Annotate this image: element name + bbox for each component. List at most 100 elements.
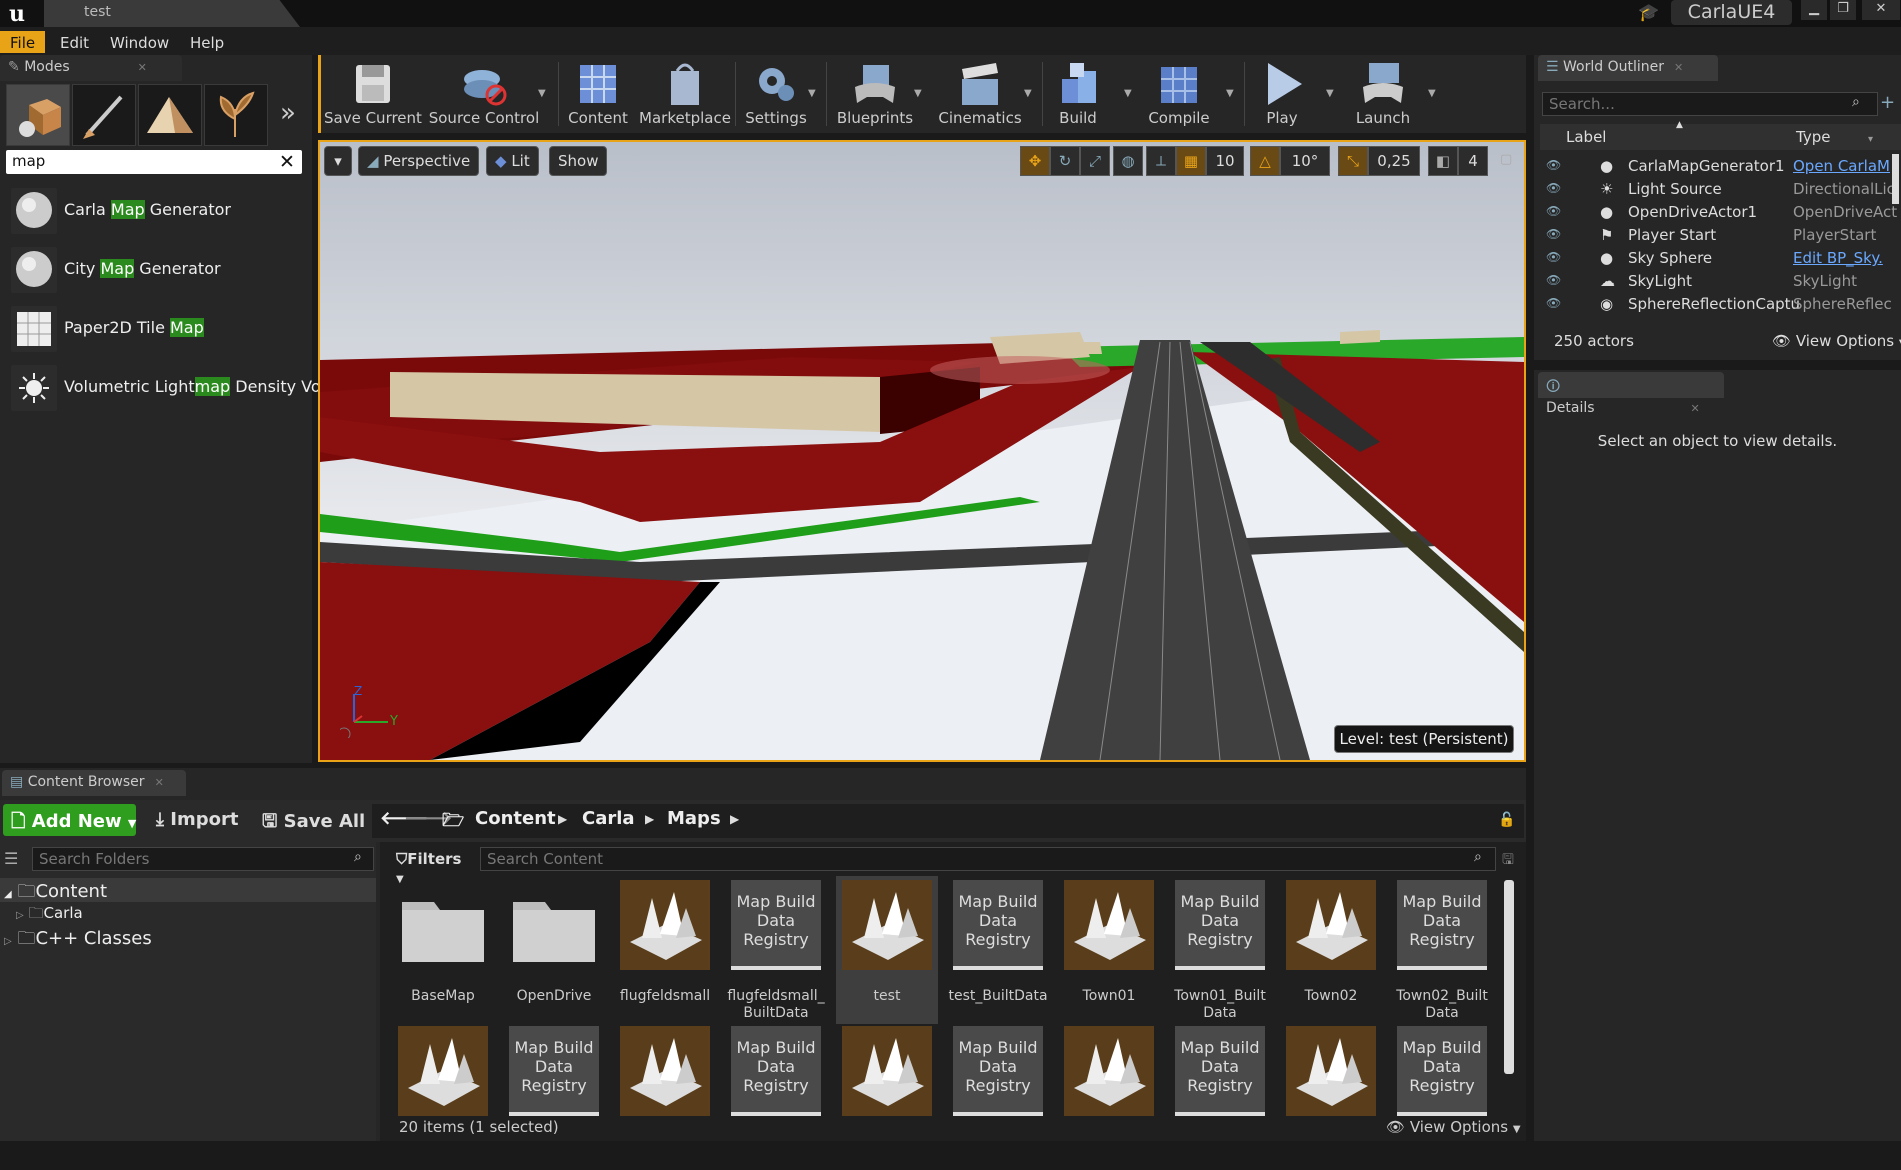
maximize-viewport-icon[interactable]: ▢: [1500, 152, 1512, 167]
visibility-eye-icon[interactable]: 👁: [1546, 227, 1561, 241]
outliner-row[interactable]: 👁 ● CarlaMapGenerator1 Open CarlaM: [1540, 155, 1901, 178]
view-options-button[interactable]: 👁 View Options ▼: [1386, 1118, 1521, 1136]
search-icon[interactable]: ⌕: [1852, 94, 1860, 110]
translate-tool-icon[interactable]: ✥: [1020, 146, 1050, 176]
save-search-icon[interactable]: 🖫: [1502, 849, 1514, 873]
foliage-mode-button[interactable]: [204, 84, 268, 146]
outliner-row[interactable]: 👁 ☀ Light Source DirectionalLic: [1540, 178, 1901, 201]
level-asset-tile[interactable]: flugfeldsmall: [614, 876, 716, 1024]
settings-button[interactable]: Settings: [740, 58, 812, 130]
actor-type[interactable]: Edit BP_Sky.: [1793, 249, 1899, 267]
mode-result-item[interactable]: Carla Map Generator: [6, 184, 306, 238]
column-dropdown-icon[interactable]: ▾: [1868, 134, 1873, 145]
menu-file[interactable]: File: [0, 31, 46, 53]
close-icon[interactable]: ✕: [155, 776, 164, 789]
outliner-search-input[interactable]: Search...: [1542, 92, 1878, 116]
map-build-data-tile[interactable]: Map Build Data Registry: [947, 1022, 1049, 1170]
search-icon[interactable]: ⌕: [354, 849, 362, 865]
map-build-data-tile[interactable]: Map Build Data Registry Town01_Built Data: [1169, 876, 1271, 1024]
surface-snap-icon[interactable]: ⟂: [1146, 146, 1176, 176]
visibility-eye-icon[interactable]: 👁: [1546, 158, 1561, 172]
rotation-snap-value[interactable]: 10°: [1280, 146, 1330, 176]
add-icon[interactable]: +: [1880, 92, 1895, 113]
menu-edit[interactable]: Edit: [50, 31, 99, 53]
launch-button[interactable]: Launch: [1348, 58, 1418, 130]
build-dropdown-icon[interactable]: ▼: [1124, 88, 1132, 99]
collapse-icon[interactable]: ▷: [16, 910, 24, 921]
paint-mode-button[interactable]: [72, 84, 136, 146]
level-asset-tile[interactable]: test: [836, 876, 938, 1024]
content-button[interactable]: Content: [563, 58, 633, 130]
tree-options-icon[interactable]: ☰: [4, 849, 18, 868]
visibility-eye-icon[interactable]: 👁: [1546, 273, 1561, 287]
map-build-data-tile[interactable]: Map Build Data Registry: [1391, 1022, 1493, 1170]
outliner-row[interactable]: 👁 ◉ SphereReflectionCaptur SphereReflec: [1540, 293, 1901, 316]
tree-item-cpp-classes[interactable]: ▷ 🗀C++ Classes: [4, 926, 152, 956]
tree-item-content[interactable]: ◢ 🗀Content: [0, 878, 376, 902]
breadcrumb-carla[interactable]: Carla: [582, 808, 635, 829]
expand-icon[interactable]: ◢: [4, 889, 12, 900]
visibility-eye-icon[interactable]: 👁: [1546, 181, 1561, 195]
breadcrumb-separator-icon[interactable]: ▶: [645, 812, 654, 826]
source-control-dropdown-icon[interactable]: ▼: [538, 88, 546, 99]
landscape-mode-button[interactable]: [138, 84, 202, 146]
sort-ascending-icon[interactable]: ▲: [1676, 120, 1683, 130]
visibility-eye-icon[interactable]: 👁: [1546, 296, 1561, 310]
world-local-icon[interactable]: ◍: [1113, 146, 1143, 176]
visibility-eye-icon[interactable]: 👁: [1546, 250, 1561, 264]
level-asset-tile[interactable]: [1280, 1022, 1382, 1170]
level-viewport[interactable]: [318, 140, 1526, 762]
breadcrumb-separator-icon[interactable]: ▶: [558, 812, 567, 826]
add-new-button[interactable]: 🗋 Add New ▼: [3, 804, 136, 836]
search-content-input[interactable]: Search Content: [480, 847, 1496, 871]
map-build-data-tile[interactable]: Map Build Data Registry: [725, 1022, 827, 1170]
save-current-button[interactable]: Save Current: [324, 58, 422, 130]
mode-result-item[interactable]: Volumetric Lightmap Density Vo: [6, 361, 321, 415]
menu-window[interactable]: Window: [100, 31, 179, 53]
rotate-tool-icon[interactable]: ↻: [1050, 146, 1080, 176]
outliner-row[interactable]: 👁 ● OpenDriveActor1 OpenDriveAct: [1540, 201, 1901, 224]
scale-tool-icon[interactable]: ⤢: [1080, 146, 1110, 176]
place-mode-button[interactable]: [6, 84, 70, 146]
folder-tile[interactable]: BaseMap: [392, 876, 494, 1024]
grid-snap-value[interactable]: 10: [1206, 146, 1244, 176]
more-modes-icon[interactable]: »: [280, 98, 296, 128]
search-folders-input[interactable]: Search Folders: [32, 847, 374, 871]
level-asset-tile[interactable]: [614, 1022, 716, 1170]
level-asset-tile[interactable]: [836, 1022, 938, 1170]
level-asset-tile[interactable]: [392, 1022, 494, 1170]
filters-button[interactable]: ⛉Filters ▼: [394, 847, 474, 885]
tab-modes[interactable]: ✎ Modes ✕: [0, 55, 182, 81]
show-button[interactable]: Show: [549, 146, 608, 176]
camera-speed-value[interactable]: 4: [1458, 146, 1488, 176]
breadcrumb-maps[interactable]: Maps: [667, 808, 721, 829]
cinematics-dropdown-icon[interactable]: ▼: [1024, 88, 1032, 99]
launch-dropdown-icon[interactable]: ▼: [1428, 88, 1436, 99]
map-build-data-tile[interactable]: Map Build Data Registry flugfeldsmall_ Bu…: [725, 876, 827, 1024]
outliner-row[interactable]: 👁 ☁ SkyLight SkyLight: [1540, 270, 1901, 293]
level-asset-tile[interactable]: Town02: [1280, 876, 1382, 1024]
map-build-data-tile[interactable]: Map Build Data Registry: [503, 1022, 605, 1170]
maximize-button[interactable]: ❐: [1830, 0, 1856, 20]
level-asset-tile[interactable]: [1058, 1022, 1160, 1170]
level-asset-tile[interactable]: Town01: [1058, 876, 1160, 1024]
clear-search-icon[interactable]: ✕: [276, 151, 298, 173]
map-build-data-tile[interactable]: Map Build Data Registry test_BuiltData: [947, 876, 1049, 1024]
minimize-button[interactable]: ▁: [1801, 0, 1827, 20]
mode-result-item[interactable]: City Map Generator: [6, 243, 306, 297]
blueprints-dropdown-icon[interactable]: ▼: [914, 88, 922, 99]
blueprints-button[interactable]: Blueprints: [832, 58, 918, 130]
perspective-button[interactable]: ◢ Perspective: [358, 146, 480, 176]
tree-item-carla[interactable]: ▷ 🗀Carla: [16, 903, 83, 928]
viewport-options-button[interactable]: ▾: [324, 146, 352, 176]
close-icon[interactable]: ✕: [138, 61, 147, 74]
compile-dropdown-icon[interactable]: ▼: [1226, 88, 1234, 99]
scrollbar[interactable]: [1504, 880, 1514, 1074]
lit-button[interactable]: ◆ Lit: [486, 146, 539, 176]
column-label[interactable]: Label: [1566, 128, 1606, 146]
compile-button[interactable]: Compile: [1146, 58, 1212, 130]
camera-speed-icon[interactable]: ◧: [1428, 146, 1458, 176]
settings-dropdown-icon[interactable]: ▼: [808, 88, 816, 99]
import-button[interactable]: ⤓ Import: [152, 804, 242, 836]
rotation-snap-icon[interactable]: △: [1250, 146, 1280, 176]
